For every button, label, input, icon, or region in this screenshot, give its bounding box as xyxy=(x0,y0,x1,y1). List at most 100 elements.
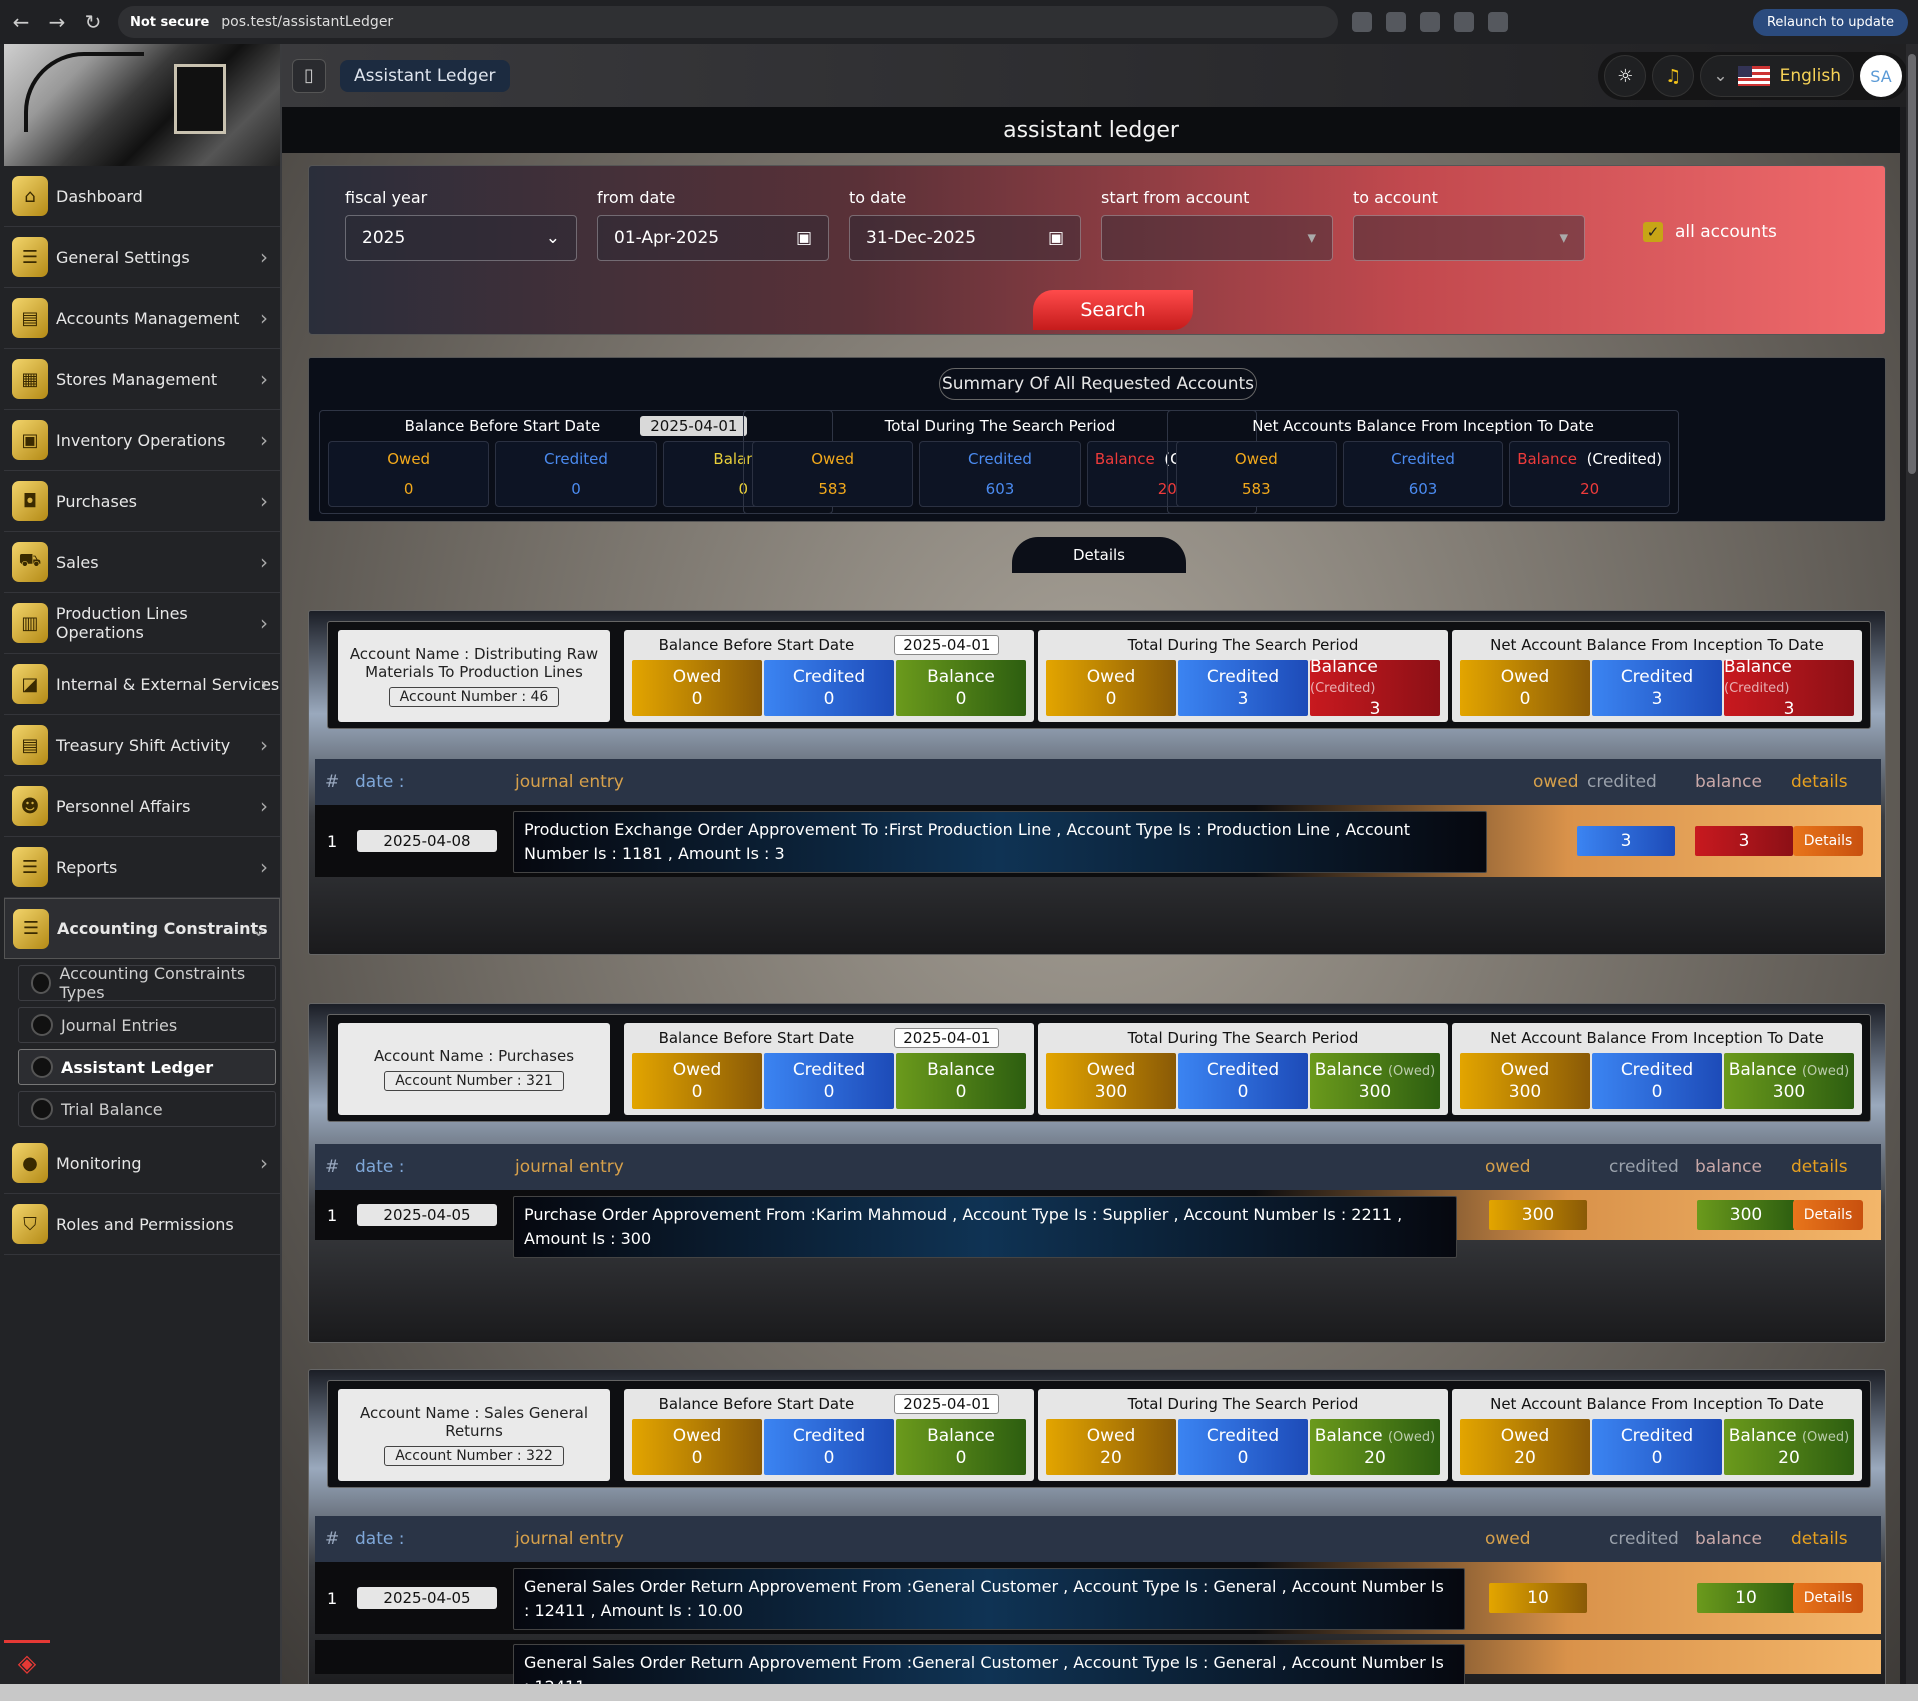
lamp-shape xyxy=(24,52,144,132)
calendar-icon[interactable]: ▣ xyxy=(796,228,812,248)
start-account-label: start from account xyxy=(1101,188,1250,207)
account-during-credited: Credited 3 xyxy=(1178,660,1308,716)
to-date-value: 31-Dec-2025 xyxy=(866,228,977,248)
table-row: 1 2025-04-05 Purchase Order Approvement Fr… xyxy=(315,1190,1881,1258)
sidebar-item-label: Dashboard xyxy=(56,186,143,206)
sidebar-item-box[interactable]: ▣ Inventory Operations › xyxy=(4,410,280,471)
sidebar-item-report[interactable]: ☰ Reports › xyxy=(4,837,280,898)
to-date-input[interactable]: 31-Dec-2025 ▣ xyxy=(849,215,1081,261)
app-root: ← → ↻ Not secure pos.test/assistantLedge… xyxy=(0,0,1918,1701)
account-net-label: Net Account Balance From Inception To Da… xyxy=(1490,1029,1824,1047)
sidebar-item-people[interactable]: ☻ Personnel Affairs › xyxy=(4,776,280,837)
sidebar-item-label: Roles and Permissions xyxy=(56,1214,234,1234)
sidebar-item-wallet[interactable]: ▤ Accounts Management › xyxy=(4,288,280,349)
account-during-label: Total During The Search Period xyxy=(1127,1029,1359,1047)
checkmark-icon[interactable]: ✓ xyxy=(1643,222,1663,242)
report-icon: ☰ xyxy=(12,847,48,887)
column-header-hash: # xyxy=(325,1529,340,1549)
to-account-select[interactable]: ▾ xyxy=(1353,215,1585,261)
sidebar-item-bag[interactable]: ◘ Purchases › xyxy=(4,471,280,532)
start-account-select[interactable]: ▾ xyxy=(1101,215,1333,261)
submenu-item[interactable]: Assistant Ledger xyxy=(18,1049,276,1085)
address-bar[interactable]: Not secure pos.test/assistantLedger xyxy=(118,6,1338,38)
sidebar-item-services[interactable]: ◪ Internal & External Services › xyxy=(4,654,280,715)
sidebar-item-shield[interactable]: ⛉ Roles and Permissions xyxy=(4,1194,280,1255)
reload-icon[interactable]: ↻ xyxy=(82,10,104,34)
bell-icon[interactable]: ♫ xyxy=(1652,55,1695,97)
to-date-label: to date xyxy=(849,188,907,207)
services-icon: ◪ xyxy=(12,664,48,704)
column-header-date: date : xyxy=(355,1157,405,1177)
account-net-group: Net Account Balance From Inception To Da… xyxy=(1452,1389,1862,1481)
from-date-value: 01-Apr-2025 xyxy=(614,228,720,248)
account-name: Account Name : Distributing Raw Material… xyxy=(349,645,599,681)
submenu-item[interactable]: Accounting Constraints Types xyxy=(18,964,276,1002)
not-secure-badge[interactable]: Not secure xyxy=(130,15,209,30)
row-details-button[interactable]: Details xyxy=(1793,826,1863,856)
summary-during-credited: Credited 603 xyxy=(919,441,1081,507)
forward-icon[interactable]: → xyxy=(46,10,68,34)
fiscal-year-select[interactable]: 2025 ⌄ xyxy=(345,215,577,261)
theme-sun-icon[interactable]: ☼ xyxy=(1604,55,1647,97)
puzzle-icon[interactable] xyxy=(1488,12,1508,32)
key-icon[interactable] xyxy=(1352,12,1372,32)
sidebar-item-factory[interactable]: ▥ Production Lines Operations › xyxy=(4,593,280,654)
account-net-credited: Credited 3 xyxy=(1592,660,1722,716)
summary-net-group: Net Accounts Balance From Inception To D… xyxy=(1167,410,1679,514)
submenu-item[interactable]: Journal Entries xyxy=(18,1007,276,1043)
store-icon: ▦ xyxy=(12,359,48,399)
from-date-input[interactable]: 01-Apr-2025 ▣ xyxy=(597,215,829,261)
account-before-credited: Credited 0 xyxy=(764,1419,894,1475)
ledger-icon: ☰ xyxy=(13,908,49,949)
account-before-label: Balance Before Start Date xyxy=(658,1395,855,1413)
main-content: assistant ledger fiscal year 2025 ⌄ from … xyxy=(282,107,1900,1701)
sidebar-toggle-icon[interactable]: ▯ xyxy=(292,58,326,93)
relaunch-button[interactable]: Relaunch to update xyxy=(1752,8,1908,36)
chevron-right-icon: › xyxy=(260,550,268,574)
url-text[interactable]: pos.test/assistantLedger xyxy=(221,14,393,30)
star-icon[interactable] xyxy=(1420,12,1440,32)
account-during-credited: Credited 0 xyxy=(1178,1053,1308,1109)
sidebar-item-ledger[interactable]: ☰ Accounting Constraints ⌄ xyxy=(4,898,280,959)
scrollbar-thumb[interactable] xyxy=(1908,54,1916,474)
account-during-balance: Balance (Owed) 300 xyxy=(1310,1053,1440,1109)
account-before-owed: Owed 0 xyxy=(632,1053,762,1109)
radio-dot-icon xyxy=(31,1056,53,1078)
search-button[interactable]: Search xyxy=(1033,290,1193,330)
row-balance-value: 10 xyxy=(1697,1583,1795,1613)
home-icon: ⌂ xyxy=(12,176,48,216)
chevron-right-icon: › xyxy=(260,428,268,452)
row-details-button[interactable]: Details xyxy=(1793,1583,1863,1613)
sidebar-item-store[interactable]: ▦ Stores Management › xyxy=(4,349,280,410)
summary-net-credited: Credited 603 xyxy=(1342,441,1504,507)
zoom-icon[interactable] xyxy=(1386,12,1406,32)
row-index: 1 xyxy=(327,1588,338,1608)
sidebar-item-treasury[interactable]: ▤ Treasury Shift Activity › xyxy=(4,715,280,776)
back-icon[interactable]: ← xyxy=(10,10,32,34)
sidebar-item-label: Sales xyxy=(56,552,99,572)
sidebar-item-cart[interactable]: ⛟ Sales › xyxy=(4,532,280,593)
calendar-icon[interactable]: ▣ xyxy=(1048,228,1064,248)
account-header: Account Name : Distributing Raw Material… xyxy=(327,621,1871,729)
sidebar-menu: ⌂ Dashboard ☰ General Settings › ▤ Accounts Ma… xyxy=(4,166,280,1255)
avatar[interactable]: SA xyxy=(1860,55,1902,97)
sidebar-item-sliders[interactable]: ☰ General Settings › xyxy=(4,227,280,288)
bag-icon: ◘ xyxy=(12,481,48,521)
account-net-balance: Balance (Credited) 3 xyxy=(1724,657,1854,719)
details-tab[interactable]: Details xyxy=(1012,537,1186,573)
submenu-item[interactable]: Trial Balance xyxy=(18,1091,276,1127)
page-scrollbar[interactable] xyxy=(1906,44,1918,1701)
extension-icon[interactable] xyxy=(1454,12,1474,32)
submenu-item-label: Accounting Constraints Types xyxy=(59,964,246,1002)
chevron-right-icon: › xyxy=(260,245,268,269)
language-selector[interactable]: ⌄ English xyxy=(1700,55,1854,97)
sidebar-item-label: Personnel Affairs xyxy=(56,796,191,816)
chevron-right-icon: › xyxy=(260,672,268,696)
all-accounts-checkbox[interactable]: ✓ all accounts xyxy=(1643,222,1777,242)
row-details-button[interactable]: Details xyxy=(1793,1200,1863,1230)
sidebar-item-monitor[interactable]: ● Monitoring › xyxy=(4,1133,280,1194)
sidebar-item-home[interactable]: ⌂ Dashboard xyxy=(4,166,280,227)
summary-during-owed: Owed 583 xyxy=(752,441,914,507)
column-header-hash: # xyxy=(325,772,340,792)
ledger-table-header: # date : journal entry owed credited balance d… xyxy=(315,1144,1881,1190)
